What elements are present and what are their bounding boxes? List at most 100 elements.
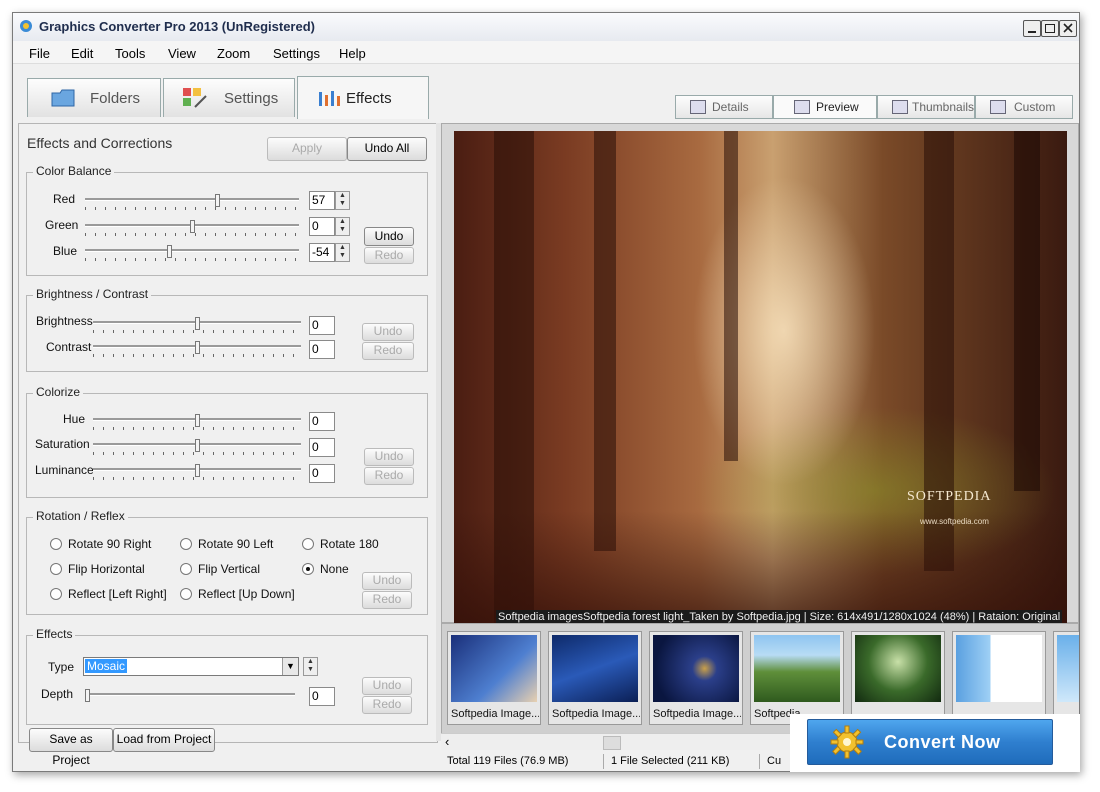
hue-slider[interactable] (93, 414, 301, 430)
convert-now-button[interactable]: Convert Now (807, 719, 1053, 765)
hue-value-input[interactable]: 0 (309, 412, 335, 431)
custom-icon (990, 100, 1006, 114)
menu-edit[interactable]: Edit (71, 46, 93, 61)
apply-button[interactable]: Apply (267, 137, 347, 161)
rotate-90-left-radio[interactable] (180, 538, 192, 550)
brightness-redo-button[interactable]: Redo (362, 342, 414, 360)
tab-custom[interactable]: Custom (975, 95, 1073, 119)
tab-thumbnails[interactable]: Thumbnails (877, 95, 975, 119)
blue-label: Blue (53, 244, 78, 258)
color-redo-button[interactable]: Redo (364, 247, 414, 264)
tab-effects[interactable]: Effects (297, 76, 429, 119)
tab-folders[interactable]: Folders (27, 78, 161, 117)
maximize-button[interactable] (1041, 20, 1059, 37)
effects-icon (318, 90, 342, 112)
colorize-redo-button[interactable]: Redo (364, 467, 414, 485)
menu-file[interactable]: File (29, 46, 50, 61)
menu-zoom[interactable]: Zoom (217, 46, 250, 61)
luminance-slider[interactable] (93, 464, 301, 480)
contrast-slider[interactable] (93, 341, 301, 357)
luminance-value-input[interactable]: 0 (309, 464, 335, 483)
tab-settings[interactable]: Settings (163, 78, 295, 117)
red-spinner[interactable]: ▲ ▼ (335, 191, 350, 210)
contrast-label: Contrast (46, 340, 92, 354)
none-radio[interactable] (302, 563, 314, 575)
colorize-title: Colorize (33, 385, 84, 399)
effects-panel: Effects and Corrections Apply Undo All C… (18, 123, 438, 767)
minimize-button[interactable] (1023, 20, 1041, 37)
brightness-value-input[interactable]: 0 (309, 316, 335, 335)
blue-value-input[interactable]: -54 (309, 243, 335, 262)
reflect-up-down-label[interactable]: Reflect [Up Down] (198, 587, 295, 601)
type-spinner[interactable]: ▲ ▼ (303, 657, 318, 676)
reflect-left-right-radio[interactable] (50, 588, 62, 600)
green-value-input[interactable]: 0 (309, 217, 335, 236)
tab-details[interactable]: Details (675, 95, 773, 119)
blue-spinner[interactable]: ▲ ▼ (335, 243, 350, 262)
reflect-up-down-radio[interactable] (180, 588, 192, 600)
thumbnail-item[interactable] (1053, 631, 1079, 725)
saturation-value-input[interactable]: 0 (309, 438, 335, 457)
rotate-90-right-radio[interactable] (50, 538, 62, 550)
scroll-thumb[interactable] (603, 736, 621, 750)
rotate-90-left-label[interactable]: Rotate 90 Left (198, 537, 273, 551)
color-balance-title: Color Balance (33, 164, 115, 178)
flip-vertical-label[interactable]: Flip Vertical (198, 562, 260, 576)
rotate-180-label[interactable]: Rotate 180 (320, 537, 379, 551)
tab-custom-label: Custom (1014, 100, 1056, 114)
thumbnail-item[interactable]: Softpedia Image... (548, 631, 642, 725)
saturation-slider[interactable] (93, 439, 301, 455)
status-total: Total 119 Files (76.9 MB) (447, 754, 604, 769)
scroll-left-icon[interactable]: ‹ (445, 734, 449, 749)
menu-tools[interactable]: Tools (115, 46, 145, 61)
close-button[interactable] (1059, 20, 1077, 37)
tab-details-label: Details (712, 100, 749, 114)
settings-icon (182, 87, 208, 113)
flip-horizontal-radio[interactable] (50, 563, 62, 575)
flip-horizontal-label[interactable]: Flip Horizontal (68, 562, 145, 576)
none-label[interactable]: None (320, 562, 349, 576)
rotation-undo-button[interactable]: Undo (362, 572, 412, 590)
depth-slider[interactable] (85, 689, 295, 705)
green-slider[interactable] (85, 220, 299, 236)
rotate-90-right-label[interactable]: Rotate 90 Right (68, 537, 151, 551)
effects-undo-button[interactable]: Undo (362, 677, 412, 695)
type-select[interactable]: Mosaic ▼ (83, 657, 299, 676)
brightness-undo-button[interactable]: Undo (362, 323, 414, 341)
thumbnail-item[interactable]: Softpedia Image... (447, 631, 541, 725)
rotation-redo-button[interactable]: Redo (362, 591, 412, 609)
color-undo-button[interactable]: Undo (364, 227, 414, 246)
thumbnail-item[interactable] (851, 631, 945, 725)
red-value-input[interactable]: 57 (309, 191, 335, 210)
tab-preview[interactable]: Preview (773, 95, 877, 119)
panel-title: Effects and Corrections (27, 135, 173, 151)
depth-value-input[interactable]: 0 (309, 687, 335, 706)
blue-slider[interactable] (85, 245, 299, 261)
hue-label: Hue (63, 412, 86, 426)
menu-help[interactable]: Help (339, 46, 366, 61)
rotate-180-radio[interactable] (302, 538, 314, 550)
colorize-undo-button[interactable]: Undo (364, 448, 414, 466)
brightness-label: Brightness (36, 314, 93, 328)
flip-vertical-radio[interactable] (180, 563, 192, 575)
red-slider[interactable] (85, 194, 299, 210)
menu-settings[interactable]: Settings (273, 46, 320, 61)
thumbnail-item[interactable]: Softpedia (750, 631, 844, 725)
brightness-slider[interactable] (93, 317, 301, 333)
save-project-button[interactable]: Save as Project (29, 728, 113, 767)
thumbnail-caption: Softpedia Image... (653, 708, 741, 720)
load-project-button[interactable]: Load from Project (113, 728, 215, 752)
green-spinner[interactable]: ▲ ▼ (335, 217, 350, 236)
contrast-value-input[interactable]: 0 (309, 340, 335, 359)
folder-icon (50, 85, 76, 113)
reflect-left-right-label[interactable]: Reflect [Left Right] (68, 587, 167, 601)
effects-redo-button[interactable]: Redo (362, 696, 412, 714)
window-title: Graphics Converter Pro 2013 (UnRegistere… (39, 19, 315, 34)
undo-all-button[interactable]: Undo All (347, 137, 427, 161)
chevron-down-icon[interactable]: ▼ (282, 658, 298, 675)
thumbnail-item[interactable] (952, 631, 1046, 725)
color-balance-group: Color Balance Red 57 ▲ ▼ Green 0 ▲ ▼ Blue … (26, 164, 428, 276)
app-logo-icon (19, 18, 33, 34)
menu-view[interactable]: View (168, 46, 196, 61)
thumbnail-item[interactable]: Softpedia Image... (649, 631, 743, 725)
